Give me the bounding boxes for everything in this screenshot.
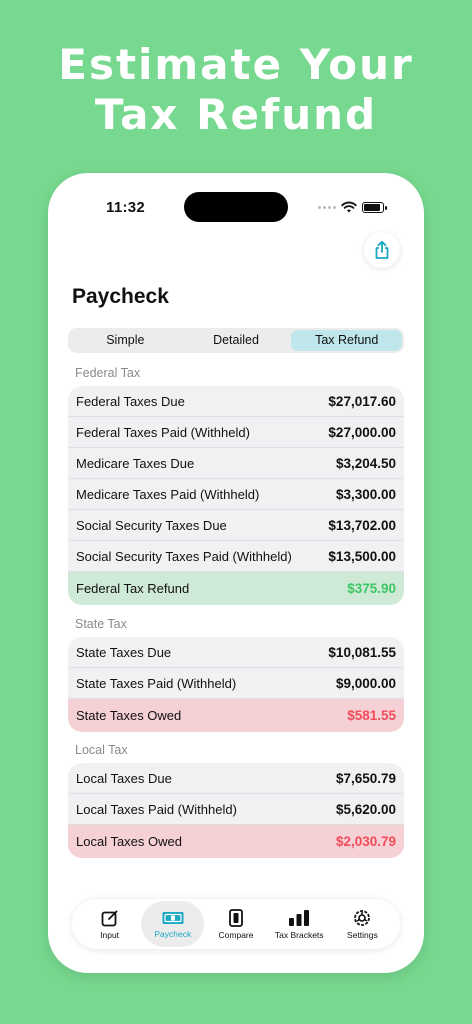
headline-line-1: Estimate Your	[58, 40, 414, 89]
row-label: Medicare Taxes Paid (Withheld)	[76, 486, 260, 502]
table-row: Federal Taxes Paid (Withheld) $27,000.00	[68, 417, 404, 448]
segment-tax-refund[interactable]: Tax Refund	[291, 330, 403, 351]
federal-refund-row: Federal Tax Refund $375.90	[68, 572, 404, 605]
edit-icon	[101, 910, 117, 927]
segment-simple[interactable]: Simple	[70, 330, 181, 351]
owed-value: $581.55	[347, 708, 396, 723]
segment-detailed[interactable]: Detailed	[181, 330, 292, 351]
tab-tax-brackets[interactable]: Tax Brackets	[268, 901, 331, 947]
tab-label: Settings	[347, 930, 378, 940]
row-label: Local Taxes Due	[76, 770, 172, 786]
row-label: Social Security Taxes Due	[76, 517, 227, 533]
tab-input[interactable]: Input	[78, 901, 141, 947]
tab-compare[interactable]: Compare	[204, 901, 267, 947]
refund-value: $375.90	[347, 581, 396, 596]
table-row: State Taxes Paid (Withheld) $9,000.00	[68, 668, 404, 699]
local-section-label: Local Tax	[75, 743, 128, 757]
row-value: $10,081.55	[328, 644, 396, 660]
federal-tax-card: Federal Taxes Due $27,017.60 Federal Tax…	[68, 386, 404, 605]
share-icon	[375, 240, 389, 259]
signal-icon	[318, 205, 336, 209]
phone-screen: 11:32 Paycheck Simple Detailed Tax Refun…	[48, 173, 424, 973]
row-label: State Taxes Paid (Withheld)	[76, 675, 237, 691]
compare-icon	[229, 909, 243, 927]
row-label: State Taxes Owed	[76, 708, 182, 723]
row-label: Local Taxes Paid (Withheld)	[76, 801, 237, 817]
row-label: State Taxes Due	[76, 644, 172, 660]
row-label: Federal Taxes Due	[76, 393, 185, 409]
tab-settings[interactable]: Settings	[331, 901, 394, 947]
headline-line-2: Tax Refund	[94, 90, 378, 139]
money-icon	[162, 912, 184, 924]
table-row: Local Taxes Due $7,650.79	[68, 763, 404, 794]
tab-label: Tax Brackets	[274, 930, 324, 940]
status-time: 11:32	[106, 199, 146, 216]
table-row: Social Security Taxes Paid (Withheld) $1…	[68, 541, 404, 572]
wifi-icon	[341, 201, 357, 213]
row-value: $7,650.79	[335, 770, 396, 786]
table-row: Local Taxes Paid (Withheld) $5,620.00	[68, 794, 404, 825]
row-value: $5,620.00	[335, 801, 396, 817]
battery-icon	[362, 201, 387, 213]
table-row: Medicare Taxes Paid (Withheld) $3,300.00	[68, 479, 404, 510]
federal-section-label: Federal Tax	[75, 366, 141, 380]
tab-label: Compare	[218, 930, 254, 940]
marketing-headline: Estimate Your Tax Refund	[0, 40, 472, 140]
row-value: $13,500.00	[328, 548, 396, 564]
tab-paycheck[interactable]: Paycheck	[141, 901, 205, 947]
table-row: State Taxes Due $10,081.55	[68, 637, 404, 668]
row-value: $3,204.50	[335, 455, 396, 471]
status-icons	[318, 201, 387, 213]
tab-bar: Input Paycheck Compare Tax Brackets Sett…	[72, 899, 400, 949]
state-owed-row: State Taxes Owed $581.55	[68, 699, 404, 732]
row-label: Social Security Taxes Paid (Withheld)	[76, 548, 292, 564]
view-mode-segmented-control: Simple Detailed Tax Refund	[68, 328, 404, 353]
tab-label: Input	[100, 930, 120, 940]
table-row: Social Security Taxes Due $13,702.00	[68, 510, 404, 541]
owed-value: $2,030.79	[335, 834, 396, 849]
row-label: Federal Tax Refund	[76, 581, 190, 596]
table-row: Medicare Taxes Due $3,204.50	[68, 448, 404, 479]
state-tax-card: State Taxes Due $10,081.55 State Taxes P…	[68, 637, 404, 732]
share-button[interactable]	[364, 232, 400, 268]
page-title: Paycheck	[72, 285, 169, 308]
table-row: Federal Taxes Due $27,017.60	[68, 386, 404, 417]
tab-label: Paycheck	[154, 929, 192, 939]
row-value: $27,017.60	[328, 393, 396, 409]
row-value: $3,300.00	[335, 486, 396, 502]
dynamic-island	[184, 192, 288, 222]
local-owed-row: Local Taxes Owed $2,030.79	[68, 825, 404, 858]
row-value: $13,702.00	[328, 517, 396, 533]
state-section-label: State Tax	[75, 617, 127, 631]
gear-icon	[354, 910, 371, 926]
bar-chart-icon	[289, 910, 310, 926]
row-label: Local Taxes Owed	[76, 834, 182, 849]
local-tax-card: Local Taxes Due $7,650.79 Local Taxes Pa…	[68, 763, 404, 858]
row-value: $9,000.00	[335, 675, 396, 691]
row-label: Medicare Taxes Due	[76, 455, 195, 471]
row-value: $27,000.00	[328, 424, 396, 440]
row-label: Federal Taxes Paid (Withheld)	[76, 424, 250, 440]
